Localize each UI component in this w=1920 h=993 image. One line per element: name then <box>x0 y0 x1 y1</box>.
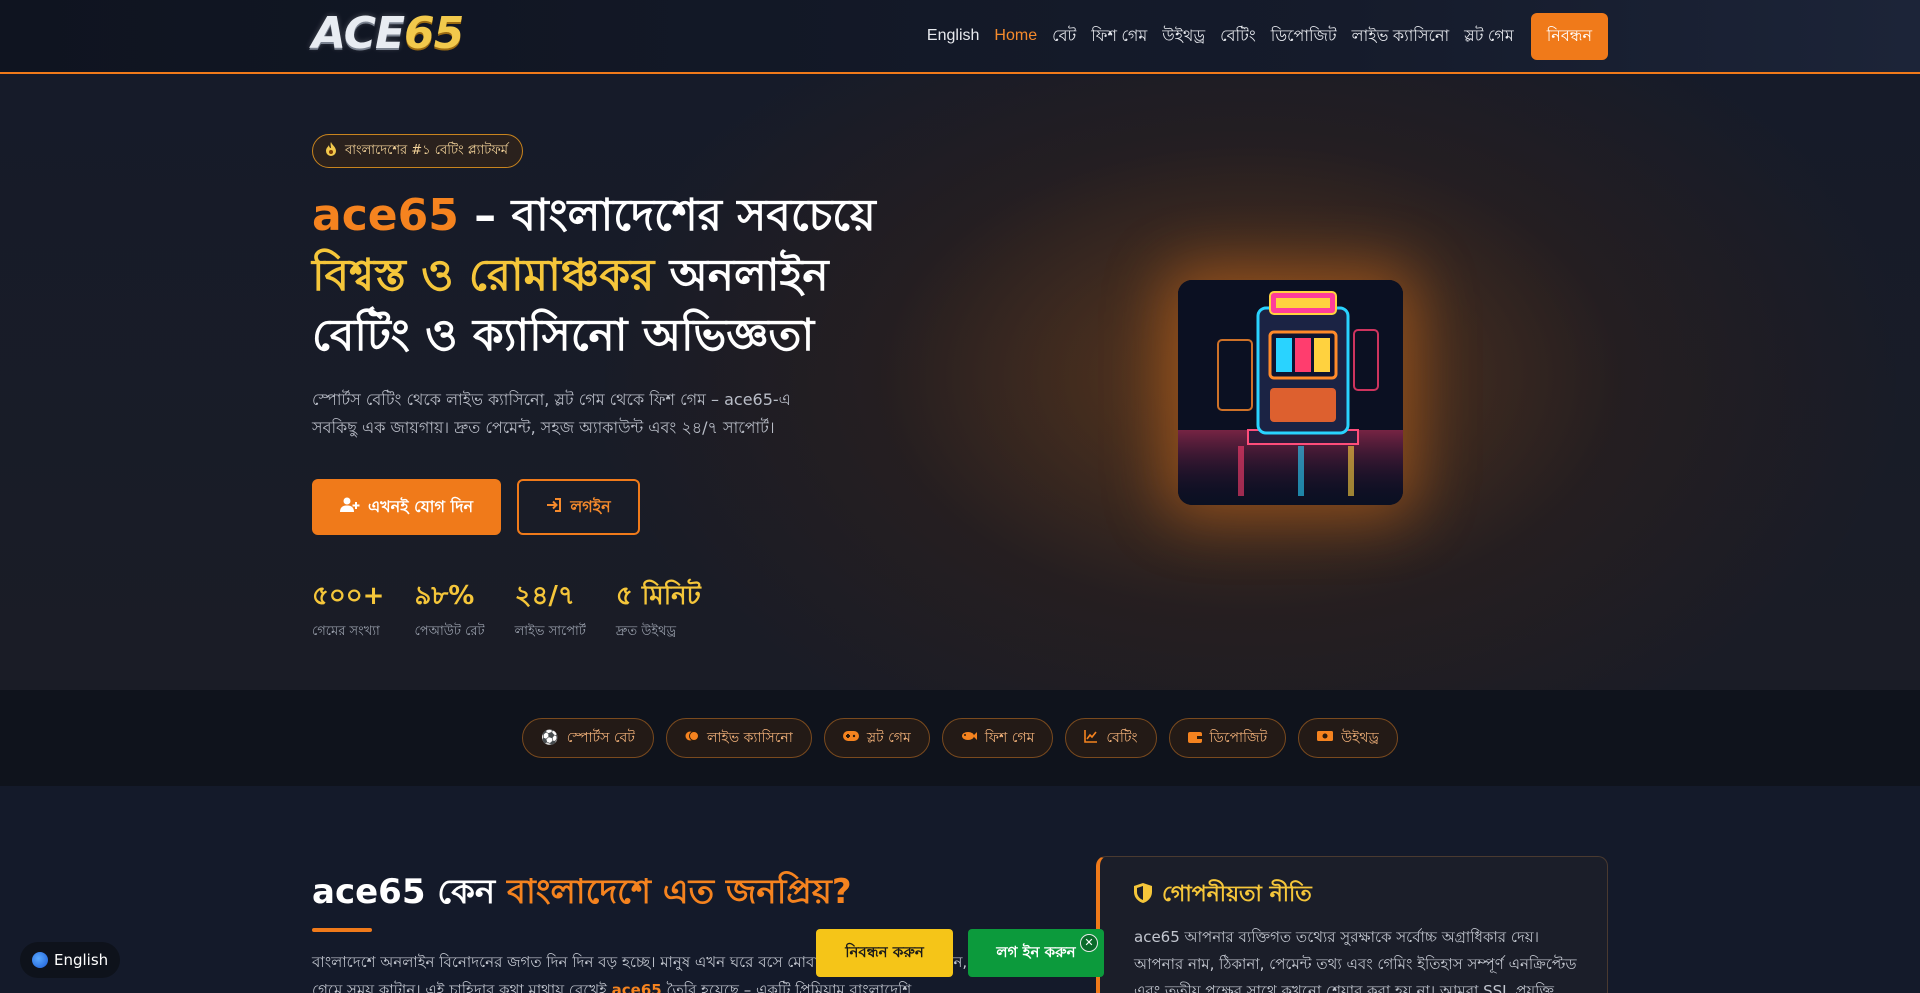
site-header: ACE65 English Home বেট ফিশ গেম উইথড্র বে… <box>0 0 1920 74</box>
why-title: ace65 কেন বাংলাদেশে এত জনপ্রিয়? <box>312 866 852 923</box>
category-label: ফিশ গেম <box>984 730 1035 746</box>
language-label: English <box>54 951 109 969</box>
stat-payout: ৯৮% পেআউট রেট <box>414 580 484 643</box>
fish-icon <box>961 730 977 746</box>
category-slot-game[interactable]: স্লট গেম <box>823 718 930 758</box>
user-plus-icon <box>339 497 360 517</box>
main-nav: English Home বেট ফিশ গেম উইথড্র বেটিং ডি… <box>927 12 1608 60</box>
hero-title-part1: – বাংলাদেশের সবচেয়ে <box>458 190 876 241</box>
nav-betting[interactable]: বেটিং <box>1220 23 1256 50</box>
stat-label: দ্রুত উইথড্র <box>615 624 677 639</box>
privacy-text: ace65 আপনার ব্যক্তিগত তথ্যের সুরক্ষাকে স… <box>1134 928 1577 993</box>
slot-machine-image <box>1178 280 1403 505</box>
nav-live-casino[interactable]: লাইভ ক্যাসিনো <box>1352 23 1450 50</box>
floating-register-button[interactable]: নিবন্ধন করুন <box>816 929 953 977</box>
nav-bet[interactable]: বেট <box>1052 23 1076 50</box>
stat-games: ৫০০+ গেমের সংখ্যা <box>312 580 384 643</box>
hero-badge: বাংলাদেশের #১ বেটিং প্ল্যাটফর্ম <box>312 134 524 168</box>
category-live-casino[interactable]: লাইভ ক্যাসিনো <box>665 718 812 758</box>
join-now-button[interactable]: এখনই যোগ দিন <box>312 479 501 535</box>
category-label: ডিপোজিট <box>1209 730 1268 746</box>
stat-label: পেআউট রেট <box>414 624 485 639</box>
hero-stats: ৫০০+ গেমের সংখ্যা ৯৮% পেআউট রেট ২৪/৭ লাই… <box>312 580 701 643</box>
sign-in-icon <box>546 497 562 517</box>
hero-title-highlight: বিশ্বস্ত ও রোমাঞ্চকর <box>312 250 655 301</box>
badge-text: বাংলাদেশের #১ বেটিং প্ল্যাটফর্ম <box>345 142 509 158</box>
category-fish-game[interactable]: ফিশ গেম <box>941 718 1054 758</box>
nav-fish-game[interactable]: ফিশ গেম <box>1091 23 1147 50</box>
hero-title-brand: ace65 <box>312 190 459 241</box>
stat-label: গেমের সংখ্যা <box>312 624 380 639</box>
why-title-highlight: বাংলাদেশে এত জনপ্রিয়? <box>507 872 852 912</box>
hero-section: বাংলাদেশের #১ বেটিং প্ল্যাটফর্ম ace65 – … <box>0 76 1920 690</box>
stat-value: ৫০০+ <box>312 581 385 611</box>
globe-icon <box>32 952 48 968</box>
hero-description: স্পোর্টস বেটিং থেকে লাইভ ক্যাসিনো, স্লট … <box>312 390 791 437</box>
stat-value: ৯৮% <box>414 581 475 611</box>
stat-value: ২৪/৭ <box>514 581 575 611</box>
logo-text-65: 65 <box>404 8 464 59</box>
category-betting[interactable]: বেটিং <box>1065 718 1157 758</box>
gamepad-icon <box>842 730 859 746</box>
close-icon[interactable]: ✕ <box>1080 934 1098 952</box>
why-text-brand: ace65 <box>611 981 662 993</box>
login-button[interactable]: লগইন <box>517 479 640 535</box>
category-deposit[interactable]: ডিপোজিট <box>1168 718 1287 758</box>
nav-home[interactable]: Home <box>994 27 1037 45</box>
privacy-title-row: গোপনীয়তা নীতি <box>1134 877 1577 914</box>
why-text-part3: তৈরি হয়েছে – একটি প্রিমিয়াম বাংলাদেশি <box>661 981 912 993</box>
login-label: লগইন <box>570 496 611 516</box>
category-strip: ⚽ স্পোর্টস বেট লাইভ ক্যাসিনো স্লট গেম ফি… <box>0 690 1920 786</box>
shield-icon <box>1134 882 1152 909</box>
nav-deposit[interactable]: ডিপোজিট <box>1271 23 1337 50</box>
cash-icon <box>1317 730 1334 746</box>
why-title-prefix: ace65 কেন <box>312 872 508 912</box>
join-now-label: এখনই যোগ দিন <box>367 496 474 516</box>
football-icon: ⚽ <box>541 730 559 746</box>
register-button[interactable]: নিবন্ধন <box>1530 12 1608 60</box>
category-label: লাইভ ক্যাসিনো <box>706 730 793 746</box>
hero-title: ace65 – বাংলাদেশের সবচেয়ে বিশ্বস্ত ও রো… <box>312 186 932 366</box>
why-text-part1: বাংলাদেশে অনলাইন বিনোদনের জগত দিন দিন বড… <box>312 953 849 971</box>
nav-slot-game[interactable]: স্লট গেম <box>1464 23 1514 50</box>
category-withdraw[interactable]: উইথড্র <box>1298 718 1398 758</box>
privacy-title: গোপনীয়তা নীতি <box>1162 882 1312 907</box>
category-label: বেটিং <box>1106 730 1138 746</box>
logo-text-ace: ACE <box>312 8 405 59</box>
stat-value: ৫ মিনিট <box>615 581 701 611</box>
stat-support: ২৪/৭ লাইভ সাপোর্ট <box>515 580 586 643</box>
category-sports-bet[interactable]: ⚽ স্পোর্টস বেট <box>522 718 654 758</box>
nav-withdraw[interactable]: উইথড্র <box>1162 23 1205 50</box>
category-label: স্লট গেম <box>866 730 911 746</box>
title-underline <box>312 928 372 932</box>
stat-label: লাইভ সাপোর্ট <box>514 624 586 639</box>
brand-logo[interactable]: ACE65 <box>312 12 464 56</box>
stat-withdraw: ৫ মিনিট দ্রুত উইথড্র <box>616 580 701 643</box>
category-label: উইথড্র <box>1341 730 1379 746</box>
category-label: স্পোর্টস বেট <box>566 730 635 746</box>
nav-english[interactable]: English <box>927 27 979 45</box>
language-switcher[interactable]: English <box>20 942 121 978</box>
why-section: ace65 কেন বাংলাদেশে এত জনপ্রিয়? বাংলাদে… <box>0 786 1920 993</box>
chips-icon <box>685 729 699 747</box>
wallet-icon <box>1187 730 1202 747</box>
chart-line-icon <box>1084 729 1098 747</box>
fire-icon <box>325 142 337 160</box>
privacy-card: গোপনীয়তা নীতি ace65 আপনার ব্যক্তিগত তথ্… <box>1096 856 1608 993</box>
